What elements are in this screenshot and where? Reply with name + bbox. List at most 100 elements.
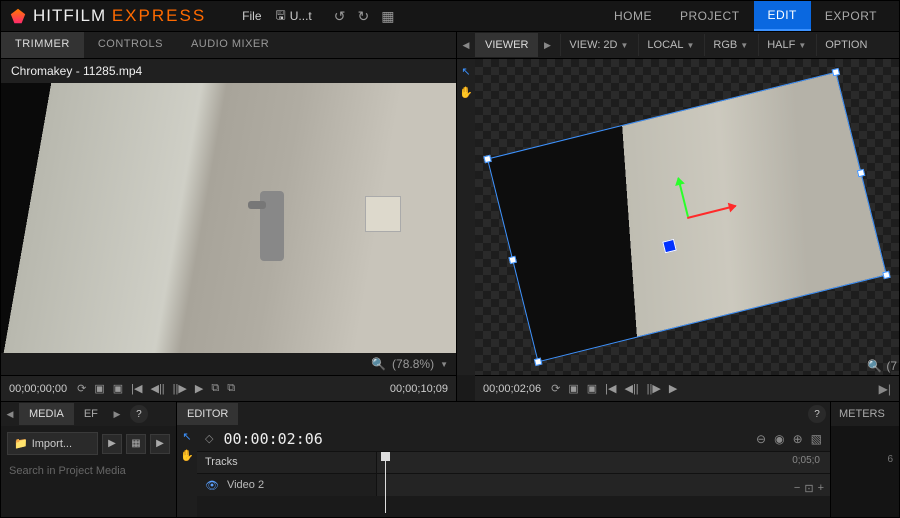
tab-project[interactable]: PROJECT <box>666 1 754 31</box>
viewer-canvas[interactable] <box>475 59 899 375</box>
viewer-quality[interactable]: HALF▼ <box>758 34 814 56</box>
menu-save[interactable]: 🖫U...t <box>276 6 312 27</box>
media-panel: ◀ MEDIA EF ▶ ? 📁Import... ▶ ▦ ▶ Search i… <box>1 402 177 517</box>
main-tabs: HOME PROJECT EDIT EXPORT <box>600 1 891 31</box>
tab-trimmer[interactable]: TRIMMER <box>1 32 84 58</box>
tab-controls[interactable]: CONTROLS <box>84 32 177 58</box>
audio-meter: 6 <box>831 426 899 517</box>
editor-tools: ↖ ✋ <box>177 426 197 517</box>
zoom-out-icon[interactable]: − <box>794 482 800 495</box>
tab-audiomixer[interactable]: AUDIO MIXER <box>177 32 283 58</box>
visibility-icon[interactable]: 👁 <box>205 479 219 492</box>
tab-export[interactable]: EXPORT <box>811 1 891 31</box>
viewer-channels[interactable]: RGB▼ <box>704 34 756 56</box>
playhead-icon[interactable]: ◉ <box>774 432 784 446</box>
search-icon[interactable]: 🔍 <box>867 359 882 373</box>
loop-icon[interactable]: ⟳ <box>77 382 86 395</box>
next-edit-icon[interactable]: ⊕ <box>793 432 803 446</box>
prev-edit-icon[interactable]: ⊖ <box>756 432 766 446</box>
redo-icon[interactable]: ↻ <box>357 8 369 25</box>
zoom-fit-icon[interactable]: ⊡ <box>804 482 813 495</box>
handle-top-right[interactable] <box>832 68 840 76</box>
play-icon[interactable]: ▶ <box>669 382 677 395</box>
grid-icon[interactable]: ▦ <box>381 8 394 25</box>
tab-meters[interactable]: METERS <box>831 402 899 426</box>
handle-top-left[interactable] <box>483 155 491 163</box>
search-icon[interactable]: 🔍 <box>371 357 386 371</box>
select-tool-icon[interactable]: ↖ <box>182 430 191 443</box>
viewer-space[interactable]: LOCAL▼ <box>638 34 702 56</box>
in-point-icon[interactable]: ▣ <box>568 382 578 395</box>
chevron-down-icon: ▼ <box>740 41 748 50</box>
trimmer-clip-name: Chromakey - 11285.mp4 <box>1 59 456 83</box>
anchor-handle[interactable] <box>662 239 677 254</box>
zoom-in-icon[interactable]: + <box>818 482 824 495</box>
track-label[interactable]: Video 2 <box>227 479 264 491</box>
go-start-icon[interactable]: |◀ <box>605 382 616 395</box>
chevron-down-icon: ▼ <box>621 41 629 50</box>
playhead[interactable] <box>385 452 386 513</box>
tab-edit[interactable]: EDIT <box>754 1 811 31</box>
app-logo: HITFILM EXPRESS <box>9 6 206 26</box>
out-point-icon[interactable]: ▣ <box>587 382 597 395</box>
folder-icon: 📁 <box>14 437 28 450</box>
trimmer-preview[interactable] <box>1 83 456 353</box>
trimmer-tc-in: 00;00;00;00 <box>9 383 67 395</box>
panel-next-icon[interactable]: ▶ <box>108 409 126 420</box>
step-fwd-icon[interactable]: ||▶ <box>647 382 661 395</box>
handle-bottom-left[interactable] <box>534 358 542 366</box>
timeline-ruler[interactable]: 0;05;0 − ⊡ + <box>377 452 830 473</box>
step-back-icon[interactable]: ◀|| <box>624 382 638 395</box>
help-icon[interactable]: ? <box>808 405 826 423</box>
new-item-icon[interactable]: ▦ <box>126 434 146 454</box>
loop-icon[interactable]: ⟳ <box>551 382 560 395</box>
axis-y-icon[interactable] <box>677 178 689 217</box>
go-end-icon[interactable]: ▶| <box>879 382 891 396</box>
new-item-dropdown-icon[interactable]: ▶ <box>150 434 170 454</box>
chevron-down-icon[interactable]: ▼ <box>440 360 448 369</box>
trimmer-tc-out: 00;00;10;09 <box>390 383 448 395</box>
insert-icon[interactable]: ⧉ <box>211 382 219 395</box>
keyframe-toggle-icon[interactable]: ◇ <box>205 432 213 445</box>
axis-x-icon[interactable] <box>687 205 736 219</box>
chevron-down-icon: ▼ <box>687 41 695 50</box>
import-dropdown-icon[interactable]: ▶ <box>102 434 122 454</box>
viewer-view-mode[interactable]: VIEW: 2D▼ <box>560 34 636 56</box>
hand-tool-icon[interactable]: ✋ <box>180 449 194 462</box>
menu-file[interactable]: File <box>242 9 261 23</box>
step-fwd-icon[interactable]: ||▶ <box>173 382 187 395</box>
track-row: 👁 Video 2 <box>197 474 830 496</box>
go-start-icon[interactable]: |◀ <box>131 382 142 395</box>
tab-editor[interactable]: EDITOR <box>177 403 238 425</box>
play-icon[interactable]: ▶ <box>195 382 203 395</box>
tab-effects[interactable]: EF <box>74 403 108 425</box>
in-point-icon[interactable]: ▣ <box>94 382 104 395</box>
undo-icon[interactable]: ↺ <box>334 8 346 25</box>
import-button[interactable]: 📁Import... <box>7 432 98 455</box>
titlebar: HITFILM EXPRESS File 🖫U...t ↺ ↻ ▦ HOME P… <box>1 1 899 31</box>
panel-prev-icon[interactable]: ◀ <box>1 409 19 420</box>
step-back-icon[interactable]: ◀|| <box>150 382 164 395</box>
tab-home[interactable]: HOME <box>600 1 666 31</box>
out-point-icon[interactable]: ▣ <box>113 382 123 395</box>
viewer-next-icon[interactable]: ▶ <box>538 40 556 51</box>
help-icon[interactable]: ? <box>130 405 148 423</box>
tab-viewer[interactable]: VIEWER <box>475 33 538 57</box>
timeline-timecode[interactable]: 00:00:02:06 <box>223 430 322 448</box>
viewer-options[interactable]: OPTION <box>816 34 875 56</box>
viewer-prev-icon[interactable]: ◀ <box>457 40 475 51</box>
editor-panel: EDITOR ? ↖ ✋ ◇ 00:00:02:06 ⊖ ◉ ⊕ <box>177 402 831 517</box>
track-body[interactable] <box>377 474 830 496</box>
handle-bottom-right[interactable] <box>882 271 890 279</box>
left-panel-tabs: TRIMMER CONTROLS AUDIO MIXER <box>1 32 457 58</box>
overlay-icon[interactable]: ⧉ <box>227 382 235 395</box>
select-tool-icon[interactable]: ↖ <box>461 65 470 78</box>
handle-mid-left[interactable] <box>508 256 516 264</box>
media-search-input[interactable]: Search in Project Media <box>1 461 176 481</box>
handle-mid-right[interactable] <box>857 169 865 177</box>
viewer-zoom-value: (7 <box>886 359 897 373</box>
tab-media[interactable]: MEDIA <box>19 403 74 425</box>
snapshot-icon[interactable]: ▧ <box>811 432 822 446</box>
hand-tool-icon[interactable]: ✋ <box>459 86 473 99</box>
transform-bounding-box[interactable] <box>487 72 887 363</box>
